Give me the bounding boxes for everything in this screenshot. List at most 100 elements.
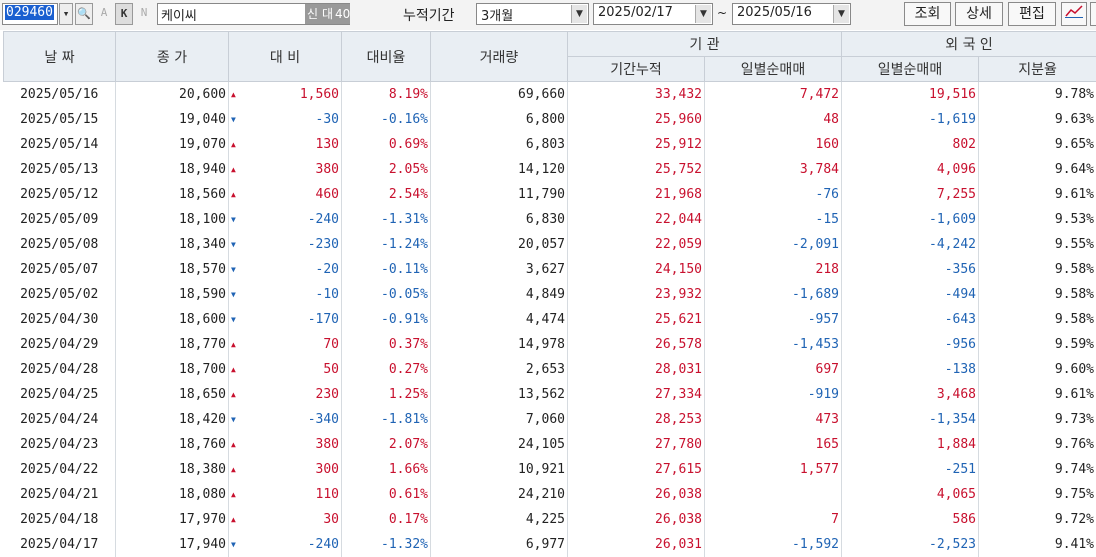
cell-close: 18,650 — [116, 382, 229, 407]
table-row[interactable]: 2025/04/1817,970▲300.17%4,22526,03875869… — [4, 507, 1096, 532]
date-to-select[interactable]: 2025/05/16 ▼ — [732, 3, 851, 25]
cell-close: 18,590 — [116, 282, 229, 307]
table-row[interactable]: 2025/05/1318,940▲3802.05%14,12025,7523,7… — [4, 157, 1096, 182]
market-n-button[interactable]: N — [136, 3, 152, 25]
triangle-up-icon: ▲ — [231, 90, 236, 99]
cell-inst-cumulative: 22,059 — [568, 232, 705, 257]
search-icon[interactable]: 🔍 — [75, 3, 93, 25]
cell-volume: 24,105 — [431, 432, 568, 457]
chevron-down-icon[interactable]: ▼ — [571, 5, 587, 23]
date-from-select[interactable]: 2025/02/17 ▼ — [593, 3, 713, 25]
triangle-up-icon: ▲ — [231, 165, 236, 174]
cell-foreign-share: 9.58% — [979, 307, 1096, 332]
header-foreign-daily[interactable]: 일별순매매 — [842, 57, 979, 82]
table-row[interactable]: 2025/04/2418,420▼-340-1.81%7,06028,25347… — [4, 407, 1096, 432]
cell-foreign-daily: -4,242 — [842, 232, 979, 257]
triangle-up-icon: ▲ — [231, 440, 236, 449]
edit-button[interactable]: 편집 — [1008, 2, 1056, 26]
table-row[interactable]: 2025/05/0818,340▼-230-1.24%20,05722,059-… — [4, 232, 1096, 257]
cell-date: 2025/04/25 — [4, 382, 116, 407]
change-value: 380 — [316, 437, 339, 452]
change-value: 460 — [316, 187, 339, 202]
code-dropdown-icon[interactable]: ▾ — [59, 3, 73, 25]
table-row[interactable]: 2025/04/2818,700▲500.27%2,65328,031697-1… — [4, 357, 1096, 382]
cell-foreign-share: 9.60% — [979, 357, 1096, 382]
market-a-button[interactable]: A — [96, 3, 112, 25]
change-value: 110 — [316, 487, 339, 502]
header-inst-cumulative[interactable]: 기간누적 — [568, 57, 705, 82]
table-row[interactable]: 2025/05/1519,040▼-30-0.16%6,80025,96048-… — [4, 107, 1096, 132]
header-foreign-share[interactable]: 지분율 — [979, 57, 1096, 82]
period-label: 누적기간 — [403, 5, 455, 25]
table-row[interactable]: 2025/04/2918,770▲700.37%14,97826,578-1,4… — [4, 332, 1096, 357]
cell-close: 20,600 — [116, 82, 229, 108]
table-row[interactable]: 2025/05/0218,590▼-10-0.05%4,84923,932-1,… — [4, 282, 1096, 307]
table-row[interactable]: 2025/04/3018,600▼-170-0.91%4,47425,621-9… — [4, 307, 1096, 332]
cell-close: 17,970 — [116, 507, 229, 532]
header-inst-daily[interactable]: 일별순매매 — [705, 57, 842, 82]
search-button[interactable]: 조회 — [904, 2, 951, 26]
triangle-up-icon: ▲ — [231, 390, 236, 399]
triangle-up-icon: ▲ — [231, 465, 236, 474]
triangle-down-icon: ▼ — [231, 215, 236, 224]
change-value: 230 — [316, 387, 339, 402]
cell-date: 2025/05/13 — [4, 157, 116, 182]
triangle-up-icon: ▲ — [231, 140, 236, 149]
cell-date: 2025/04/17 — [4, 532, 116, 557]
table-row[interactable]: 2025/05/1218,560▲4602.54%11,79021,968-76… — [4, 182, 1096, 207]
stock-code-input[interactable]: 029460 — [2, 3, 58, 25]
cell-foreign-daily: 7,255 — [842, 182, 979, 207]
cell-inst-cumulative: 26,038 — [568, 507, 705, 532]
header-rate[interactable]: 대비율 — [342, 32, 431, 82]
cell-inst-daily: 218 — [705, 257, 842, 282]
header-change[interactable]: 대 비 — [229, 32, 342, 82]
table-row[interactable]: 2025/04/2318,760▲3802.07%24,10527,780165… — [4, 432, 1096, 457]
table-row[interactable]: 2025/05/0718,570▼-20-0.11%3,62724,150218… — [4, 257, 1096, 282]
header-foreign: 외 국 인 — [842, 32, 1096, 57]
chevron-down-icon[interactable]: ▼ — [833, 5, 849, 23]
cell-volume: 11,790 — [431, 182, 568, 207]
triangle-down-icon: ▼ — [231, 290, 236, 299]
cell-rate: 2.54% — [342, 182, 431, 207]
cell-close: 18,940 — [116, 157, 229, 182]
more-button[interactable] — [1090, 2, 1096, 26]
header-date[interactable]: 날 짜 — [4, 32, 116, 82]
cell-close: 17,940 — [116, 532, 229, 557]
cell-change: ▲30 — [229, 507, 342, 532]
cell-date: 2025/05/08 — [4, 232, 116, 257]
cell-date: 2025/05/12 — [4, 182, 116, 207]
cell-inst-daily: 7 — [705, 507, 842, 532]
cell-foreign-daily: -956 — [842, 332, 979, 357]
chart-icon[interactable] — [1061, 2, 1087, 26]
cell-inst-cumulative: 26,038 — [568, 482, 705, 507]
cell-volume: 10,921 — [431, 457, 568, 482]
header-volume[interactable]: 거래량 — [431, 32, 568, 82]
cell-foreign-daily: 3,468 — [842, 382, 979, 407]
detail-button[interactable]: 상세 — [955, 2, 1003, 26]
cell-date: 2025/04/23 — [4, 432, 116, 457]
market-k-button[interactable]: K — [115, 3, 133, 25]
table-row[interactable]: 2025/04/2118,080▲1100.61%24,21026,0384,0… — [4, 482, 1096, 507]
cell-volume: 6,830 — [431, 207, 568, 232]
cell-volume: 14,978 — [431, 332, 568, 357]
cell-foreign-share: 9.63% — [979, 107, 1096, 132]
header-close[interactable]: 종 가 — [116, 32, 229, 82]
cell-rate: -1.24% — [342, 232, 431, 257]
cell-close: 18,340 — [116, 232, 229, 257]
table-row[interactable]: 2025/04/2518,650▲2301.25%13,56227,334-91… — [4, 382, 1096, 407]
cell-foreign-share: 9.41% — [979, 532, 1096, 557]
chevron-down-icon[interactable]: ▼ — [695, 5, 711, 23]
cell-rate: -0.16% — [342, 107, 431, 132]
period-select[interactable]: 3개월 ▼ — [476, 3, 589, 25]
table-row[interactable]: 2025/05/1620,600▲1,5608.19%69,66033,4327… — [4, 82, 1096, 108]
triangle-down-icon: ▼ — [231, 240, 236, 249]
table-row[interactable]: 2025/04/2218,380▲3001.66%10,92127,6151,5… — [4, 457, 1096, 482]
cell-close: 18,600 — [116, 307, 229, 332]
cell-date: 2025/04/28 — [4, 357, 116, 382]
table-row[interactable]: 2025/05/1419,070▲1300.69%6,80325,9121608… — [4, 132, 1096, 157]
table-row[interactable]: 2025/04/1717,940▼-240-1.32%6,97726,031-1… — [4, 532, 1096, 557]
change-value: 50 — [323, 362, 339, 377]
table-row[interactable]: 2025/05/0918,100▼-240-1.31%6,83022,044-1… — [4, 207, 1096, 232]
cell-volume: 2,653 — [431, 357, 568, 382]
cell-rate: 8.19% — [342, 82, 431, 108]
